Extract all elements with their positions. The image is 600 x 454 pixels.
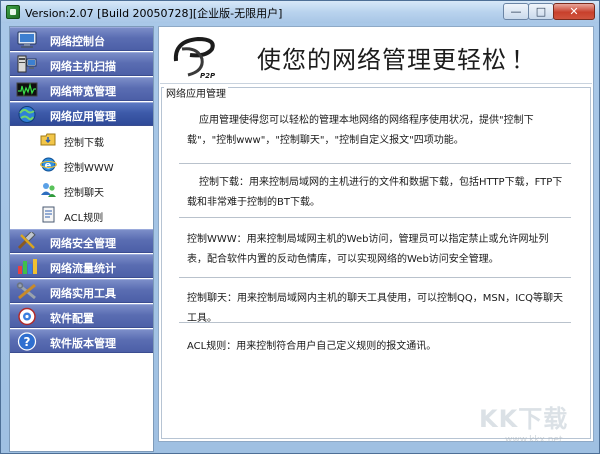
minimize-button[interactable]: —: [503, 3, 529, 20]
page-title-exclaim: ！: [511, 46, 536, 74]
sidebar-item-version-management[interactable]: ? 软件版本管理: [10, 329, 153, 353]
help-icon: ?: [17, 332, 37, 351]
app-logo-icon: [6, 5, 20, 19]
p2p-logo-icon: P2P: [173, 36, 216, 80]
sub-item-label: ACL规则: [64, 213, 104, 224]
divider: [179, 322, 571, 323]
sidebar-item-utilities[interactable]: 网络实用工具: [10, 279, 153, 303]
www-control-paragraph: 控制WWW：用来控制局域网主机的Web访问，管理员可以指定禁止或允许网址列表，配…: [187, 234, 549, 265]
section-caption: 网络应用管理: [164, 85, 228, 100]
sub-item-label: 控制下载: [64, 138, 104, 149]
chat-control-paragraph: 控制聊天：用来控制局域网内主机的聊天工具使用，可以控制QQ，MSN，ICQ等聊天…: [187, 293, 564, 324]
sidebar: 网络控制台 网络主机扫描 网络带宽管理 网络应用管理 控制下载 e 控制WWW …: [9, 26, 154, 452]
watermark-url: www.kkx.net: [505, 435, 563, 445]
monitor-icon: [17, 31, 37, 48]
wrench-icon: [16, 282, 36, 300]
page-title: 使您的网络管理更轻松！: [257, 40, 536, 75]
sidebar-item-security[interactable]: 网络安全管理: [10, 229, 153, 253]
divider: [179, 217, 571, 218]
divider: [179, 277, 571, 278]
svg-text:?: ?: [24, 335, 31, 349]
app-window: Version:2.07 [Build 20050728][企业版-无限用户] …: [0, 0, 600, 454]
rules-icon: [42, 206, 55, 223]
sidebar-item-label: 网络实用工具: [50, 287, 116, 300]
download-control-paragraph: 控制下载：用来控制局域网的主机进行的文件和数据下载，包括HTTP下载，FTP下载…: [187, 177, 563, 208]
browser-icon: e: [40, 157, 57, 172]
download-folder-icon: [40, 133, 56, 146]
maximize-button[interactable]: □: [528, 3, 554, 20]
sidebar-item-label: 网络应用管理: [50, 110, 116, 123]
sidebar-item-traffic-stats[interactable]: 网络流量统计: [10, 254, 153, 278]
sidebar-item-label: 软件版本管理: [50, 337, 116, 350]
bandwidth-icon: [16, 82, 38, 97]
bar-chart-icon: [18, 259, 37, 274]
chat-users-icon: [41, 183, 56, 197]
tools-icon: [17, 232, 36, 250]
sidebar-item-bandwidth[interactable]: 网络带宽管理: [10, 77, 153, 101]
network-app-icon: [18, 106, 36, 123]
acl-rules-paragraph: ACL规则：用来控制符合用户自己定义规则的报文通讯。: [187, 341, 437, 352]
sidebar-item-label: 网络控制台: [50, 35, 105, 48]
banner: P2P 使您的网络管理更轻松！: [160, 28, 592, 84]
content-panel: P2P 使您的网络管理更轻松！ 网络应用管理 应用管理使得您可以轻松的管理本地网…: [158, 26, 594, 442]
sidebar-item-label: 网络主机扫描: [50, 60, 116, 73]
logo-text: P2P: [200, 72, 216, 80]
divider: [179, 163, 571, 164]
host-scan-icon: [17, 55, 37, 73]
window-title: Version:2.07 [Build 20050728][企业版-无限用户]: [25, 7, 283, 20]
close-button[interactable]: ✕: [553, 3, 595, 20]
settings-icon: [18, 307, 36, 326]
sidebar-item-label: 网络安全管理: [50, 237, 116, 250]
sub-item-label: 控制WWW: [64, 163, 114, 174]
sub-item-download-control[interactable]: 控制下载: [10, 128, 153, 152]
intro-paragraph: 应用管理使得您可以轻松的管理本地网络的网络程序使用状况，提供"控制下载"，"控制…: [187, 115, 534, 146]
sub-item-label: 控制聊天: [64, 188, 104, 199]
sidebar-item-network-app[interactable]: 网络应用管理: [10, 102, 153, 126]
sidebar-item-label: 软件配置: [50, 312, 94, 325]
window-controls: — □ ✕: [503, 3, 595, 21]
sidebar-item-network-console[interactable]: 网络控制台: [10, 27, 153, 51]
title-bar[interactable]: Version:2.07 [Build 20050728][企业版-无限用户] …: [1, 1, 599, 23]
page-title-text: 使您的网络管理更轻松: [257, 46, 507, 74]
watermark: KK下载: [479, 405, 569, 433]
sidebar-item-software-config[interactable]: 软件配置: [10, 304, 153, 328]
sidebar-item-host-scan[interactable]: 网络主机扫描: [10, 52, 153, 76]
sub-item-acl-rules[interactable]: ACL规则: [10, 203, 153, 227]
sidebar-item-label: 网络流量统计: [50, 262, 116, 275]
sub-item-chat-control[interactable]: 控制聊天: [10, 178, 153, 202]
sub-item-www-control[interactable]: e 控制WWW: [10, 153, 153, 177]
sidebar-item-label: 网络带宽管理: [50, 85, 116, 98]
